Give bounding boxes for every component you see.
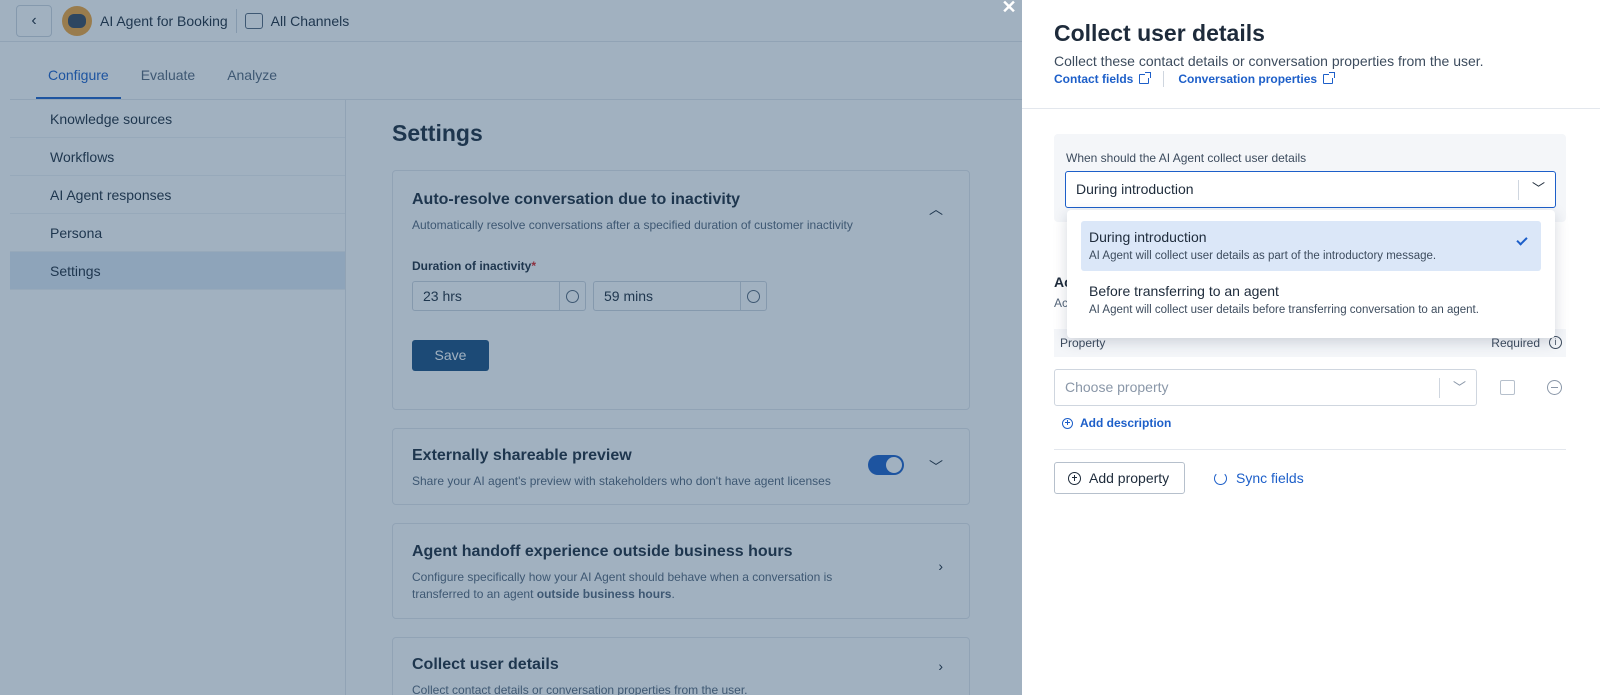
when-section: When should the AI Agent collect user de… [1054,134,1566,222]
close-icon[interactable]: ✕ [998,0,1020,16]
app-background: ‹ AI Agent for Booking All Channels Conf… [0,0,1022,695]
link-separator [1163,71,1165,87]
conversation-properties-label: Conversation properties [1178,72,1318,86]
panel-divider [1022,108,1600,109]
panel-subtitle: Collect these contact details or convers… [1054,53,1484,69]
dropdown-option-during-introduction[interactable]: During introduction AI Agent will collec… [1081,221,1541,271]
required-header: Required [1491,336,1540,350]
external-link-icon [1139,72,1152,84]
option-title: During introduction [1089,229,1207,245]
sync-fields-button[interactable]: Sync fields [1214,470,1304,486]
contact-fields-label: Contact fields [1054,72,1134,86]
option-desc: AI Agent will collect user details as pa… [1089,250,1437,262]
add-description-link[interactable]: Add description [1062,416,1171,430]
contact-fields-link[interactable]: Contact fields [1054,72,1152,86]
chevron-down-icon[interactable]: ﹀ [1532,172,1545,206]
collect-user-details-panel: Collect user details Collect these conta… [1022,0,1600,695]
when-label: When should the AI Agent collect user de… [1066,151,1307,165]
remove-circle-icon[interactable] [1547,380,1562,395]
sync-fields-label: Sync fields [1236,470,1304,486]
panel-links: Contact fields Conversation properties [1054,71,1336,87]
when-select-value: During introduction [1076,181,1194,197]
option-title: Before transferring to an agent [1089,283,1279,299]
panel-title: Collect user details [1054,20,1265,46]
select-separator [1518,180,1519,200]
select-separator [1439,378,1440,398]
check-icon [1516,234,1528,246]
section-desc: Ac [1054,296,1069,310]
add-property-button[interactable]: Add property [1054,462,1185,494]
choose-property-select[interactable]: Choose property ﹀ [1054,369,1477,406]
external-link-icon [1323,72,1336,84]
plus-circle-icon [1068,471,1081,485]
section-divider [1054,449,1566,450]
add-property-label: Add property [1089,470,1170,486]
option-desc: AI Agent will collect user details befor… [1089,304,1479,316]
conversation-properties-link[interactable]: Conversation properties [1178,72,1336,86]
dropdown-option-before-transferring[interactable]: Before transferring to an agent AI Agent… [1081,275,1541,325]
chevron-down-icon[interactable]: ﹀ [1453,370,1466,405]
property-header: Property [1060,336,1106,350]
add-description-label: Add description [1080,416,1172,430]
plus-circle-icon [1062,417,1073,429]
when-dropdown-menu: During introduction AI Agent will collec… [1067,210,1555,338]
when-select[interactable]: During introduction ﹀ [1065,171,1556,208]
modal-overlay[interactable] [0,0,1022,695]
choose-property-placeholder: Choose property [1065,379,1169,395]
required-checkbox[interactable] [1500,380,1515,395]
sync-icon [1214,471,1227,485]
